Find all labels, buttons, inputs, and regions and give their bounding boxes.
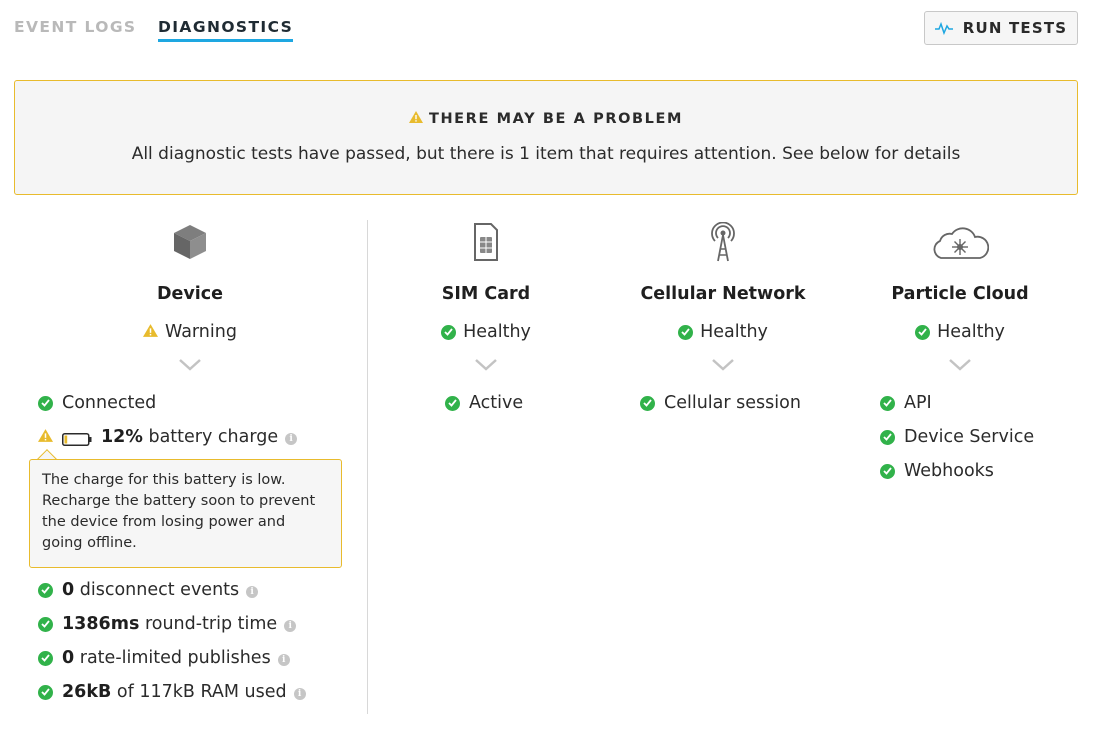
list-item: 26kB of 117kB RAM used i [38,675,306,709]
warning-icon [38,427,53,447]
tab-diagnostics[interactable]: DIAGNOSTICS [158,18,294,42]
run-tests-button[interactable]: RUN TESTS [924,11,1078,45]
rate-value: 0 [62,648,75,668]
cellular-items: Cellular session [640,386,801,420]
list-item: 1386ms round-trip time i [38,607,306,641]
chevron-down-icon[interactable] [850,358,1070,372]
list-item: Active [445,386,523,420]
cell-tower-icon [613,220,833,264]
sim-card-icon [376,220,596,264]
check-icon [915,324,931,340]
rate-label: rate-limited publishes [79,648,271,668]
pulse-icon [934,21,953,35]
cellular-title: Cellular Network [640,284,806,304]
problem-alert: THERE MAY BE A PROBLEM All diagnostic te… [14,80,1078,195]
item-label: API [904,393,932,413]
rtt-label: round-trip time [144,614,278,634]
cellular-status-label: Healthy [700,322,768,342]
sim-status-label: Healthy [463,322,531,342]
device-items-more: 0 disconnect events i 1386ms round-trip … [38,573,306,709]
rtt-value: 1386ms [62,614,140,634]
check-icon [38,616,53,632]
list-item: Connected [38,386,297,420]
device-title: Device [156,284,224,304]
run-tests-label: RUN TESTS [962,19,1068,37]
list-item-battery: 12% battery charge i [38,420,298,454]
list-item: Device Service [880,420,1034,454]
sim-column: SIM Card Healthy [376,220,596,372]
list-item: 0 disconnect events i [38,573,306,607]
cloud-column: Particle Cloud Healthy [850,220,1070,372]
check-icon [38,684,53,700]
check-icon [880,395,895,411]
alert-title: THERE MAY BE A PROBLEM [428,111,684,127]
battery-tooltip: The charge for this battery is low. Rech… [29,459,342,568]
column-divider [367,220,368,714]
device-items: Connected 12% battery charge i [38,386,298,454]
warning-icon [408,111,423,127]
check-icon [38,395,53,411]
info-icon[interactable]: i [277,654,290,666]
disconnect-value: 0 [62,580,75,600]
check-icon [445,395,460,411]
check-icon [880,463,895,479]
sim-items: Active [445,386,523,420]
device-status-label: Warning [165,322,237,342]
device-column: Device Warning [80,220,300,372]
cloud-status: Healthy [850,321,1070,343]
list-item: Webhooks [880,454,1034,488]
info-icon[interactable]: i [285,433,298,445]
warning-icon [143,322,159,342]
info-icon[interactable]: i [293,688,306,700]
check-icon [38,650,53,666]
item-label: Device Service [904,427,1035,447]
list-item: 0 rate-limited publishes i [38,641,306,675]
chevron-down-icon[interactable] [376,358,596,372]
battery-value: 12% [101,427,143,447]
item-label: Connected [62,393,157,413]
info-icon[interactable]: i [284,620,297,632]
check-icon [38,582,53,598]
list-item: API [880,386,1034,420]
sim-title: SIM Card [441,284,531,304]
alert-message: All diagnostic tests have passed, but th… [131,144,961,164]
item-label: Webhooks [904,461,994,481]
check-icon [880,429,895,445]
list-item: Cellular session [640,386,801,420]
cloud-status-label: Healthy [937,322,1005,342]
cloud-icon [850,220,1070,264]
item-label: Active [469,393,524,413]
item-label: Cellular session [664,393,801,413]
battery-label: battery charge [148,427,279,447]
check-icon [441,324,457,340]
cloud-items: API Device Service Webhooks [880,386,1034,488]
check-icon [678,324,694,340]
check-icon [640,395,655,411]
chevron-down-icon[interactable] [613,358,833,372]
ram-label: of 117kB RAM used [116,682,287,702]
info-icon[interactable]: i [246,586,259,598]
cellular-status: Healthy [613,321,833,343]
chevron-down-icon[interactable] [80,358,300,372]
disconnect-label: disconnect events [79,580,240,600]
device-status: Warning [80,321,300,343]
cellular-column: Cellular Network Healthy [613,220,833,372]
sim-status: Healthy [376,321,596,343]
cloud-title: Particle Cloud [891,284,1029,304]
battery-icon [62,431,92,446]
ram-value: 26kB [62,682,112,702]
cube-icon [80,220,300,264]
tab-event-logs[interactable]: EVENT LOGS [14,18,137,36]
